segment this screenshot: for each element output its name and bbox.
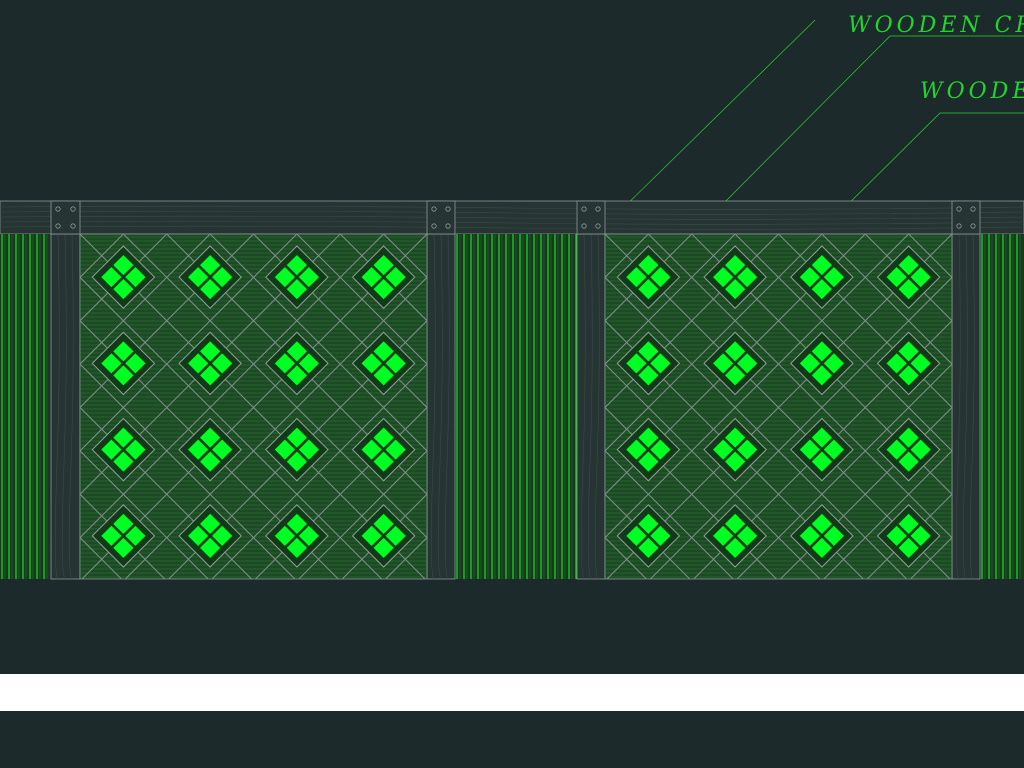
leader-lines — [611, 19, 1024, 233]
post-2 — [426, 200, 456, 580]
label-wooden: WOODEN — [920, 79, 1024, 104]
bolt-plate — [50, 200, 81, 235]
fence-elevation — [0, 200, 1024, 580]
post-1 — [50, 200, 81, 580]
leader-line-cross — [612, 19, 816, 219]
slat-panel-middle — [455, 234, 580, 579]
label-wooden-cross: WOODEN CROSS — [848, 13, 1024, 38]
post-3 — [576, 200, 606, 580]
bolt-plate — [951, 200, 981, 235]
command-strip[interactable] — [0, 674, 1024, 711]
bolt-plate — [576, 200, 606, 235]
slat-panel-right-edge — [980, 234, 1024, 579]
post-4 — [951, 200, 981, 580]
top-rail — [0, 200, 1024, 235]
slat-panel-left-edge — [0, 234, 50, 579]
slat-panel-background — [0, 234, 50, 579]
cad-drawing: WOODEN CROSS WOODEN — [0, 13, 1024, 580]
bolt-plate — [426, 200, 456, 235]
